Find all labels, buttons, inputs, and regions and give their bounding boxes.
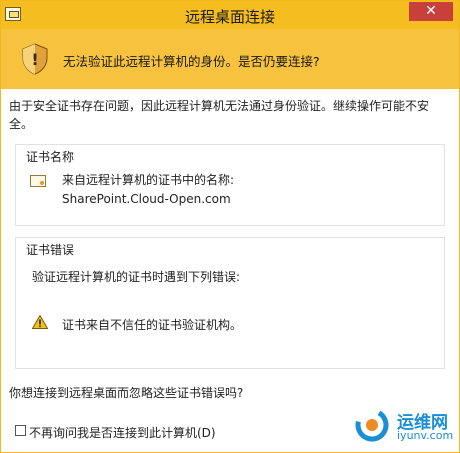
watermark-url: iyunv.com xyxy=(397,429,454,442)
group-label: 证书错误 xyxy=(24,241,77,258)
ignore-errors-question: 你想连接到远程桌面而忽略这些证书错误吗? xyxy=(9,386,244,400)
certificate-name-group: 证书名称 来自远程计算机的证书中的名称: SharePoint.Cloud-Op… xyxy=(15,144,445,226)
cert-error-caption: 验证远程计算机的证书时遇到下列错误: xyxy=(32,270,241,284)
window-title: 远程桌面连接 xyxy=(184,8,275,26)
cert-name-caption: 来自远程计算机的证书中的名称: xyxy=(62,173,235,187)
dialog-window: 远程桌面连接 ✕ ! 无法验证此远程计算机的身份。是否仍要连接? 由于安全证书存… xyxy=(0,0,460,453)
svg-text:!: ! xyxy=(31,50,38,69)
shield-warning-icon: ! xyxy=(22,43,48,75)
close-button[interactable]: ✕ xyxy=(409,2,453,21)
warning-banner: ! 无法验证此远程计算机的身份。是否仍要连接? xyxy=(1,29,459,89)
description-text: 由于安全证书存在问题，因此远程计算机无法通过身份验证。继续操作可能不安全。 xyxy=(9,99,430,131)
banner-message: 无法验证此远程计算机的身份。是否仍要连接? xyxy=(63,54,320,69)
watermark-logo: 运维网 iyunv.com xyxy=(345,404,457,448)
warning-icon xyxy=(32,315,48,329)
dont-ask-checkbox[interactable] xyxy=(15,425,26,436)
certificate-error-group: 证书错误 验证远程计算机的证书时遇到下列错误: 证书来自不信任的证书验证机构。 xyxy=(15,237,445,369)
certificate-icon xyxy=(30,175,46,187)
title-bar[interactable]: 远程桌面连接 ✕ xyxy=(1,1,459,29)
cert-name-value: SharePoint.Cloud-Open.com xyxy=(62,192,231,206)
group-label: 证书名称 xyxy=(24,148,77,165)
watermark-swirl-icon xyxy=(355,408,389,442)
dont-ask-label[interactable]: 不再询问我是否连接到此计算机(D) xyxy=(29,424,216,441)
cert-error-item: 证书来自不信任的证书验证机构。 xyxy=(62,318,243,332)
